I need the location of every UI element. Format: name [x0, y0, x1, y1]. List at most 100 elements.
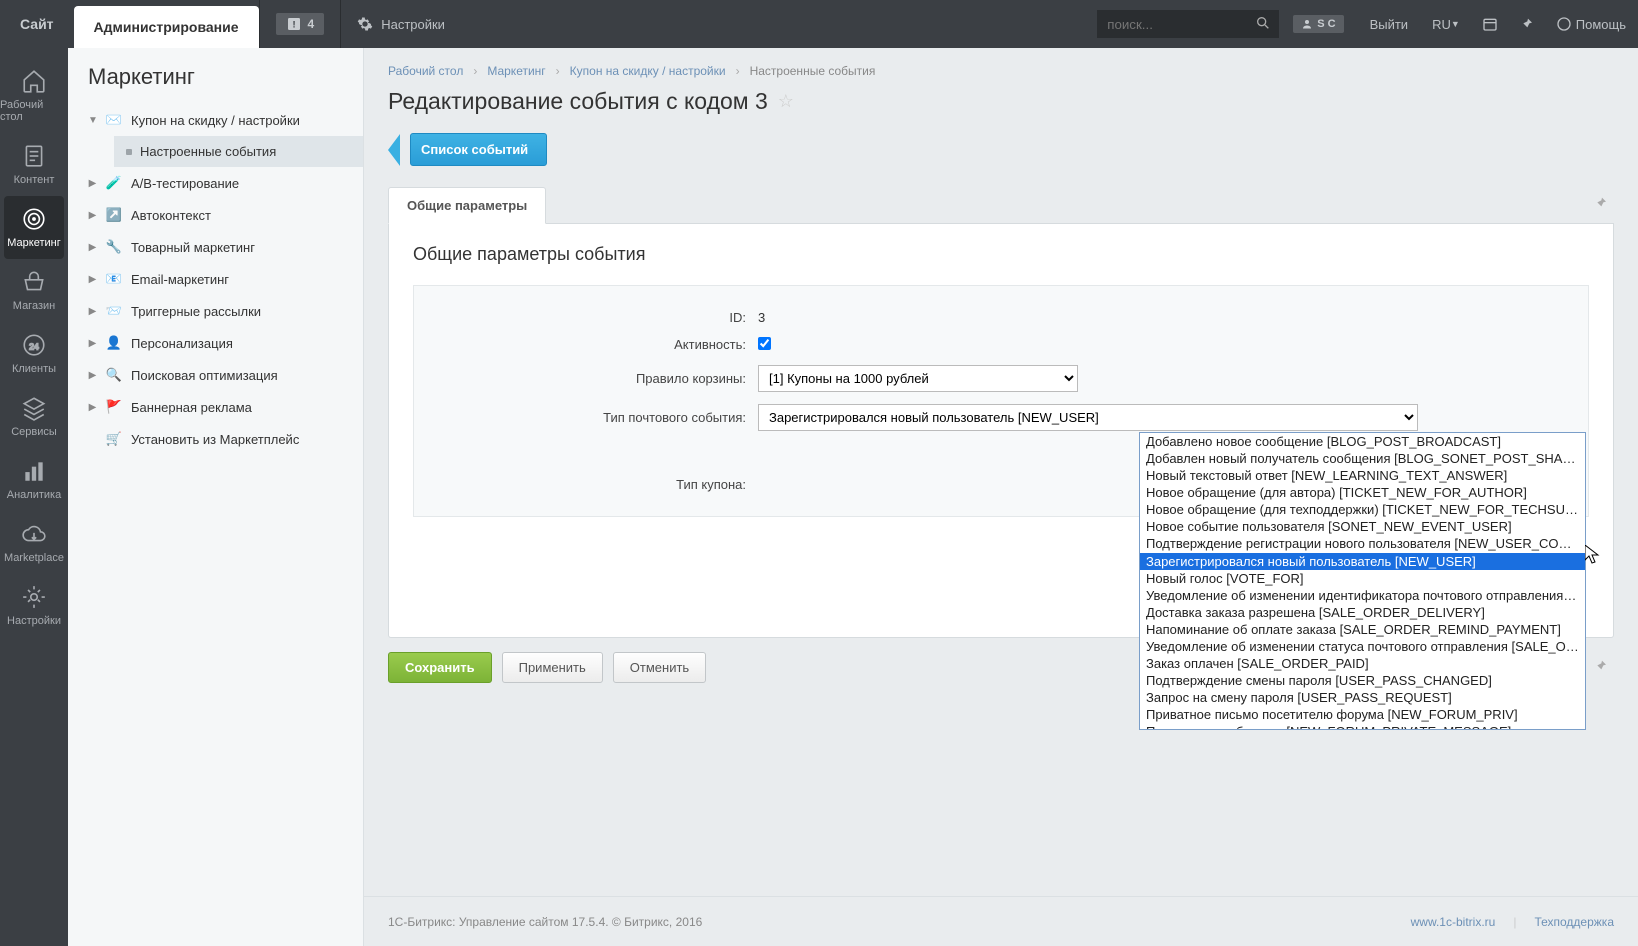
- nav-desktop[interactable]: Рабочий стол: [0, 58, 68, 133]
- tree-item-banner[interactable]: ▶ 🚩 Баннерная реклама: [68, 391, 363, 423]
- tree-item-email[interactable]: ▶ 📧 Email-маркетинг: [68, 263, 363, 295]
- main: Рабочий стол› Маркетинг› Купон на скидку…: [364, 48, 1638, 946]
- svg-text:24: 24: [29, 341, 39, 351]
- dropdown-option[interactable]: Новый текстовый ответ [NEW_LEARNING_TEXT…: [1140, 467, 1585, 484]
- dropdown-option[interactable]: Зарегистрировался новый пользователь [NE…: [1140, 553, 1585, 570]
- tree-item-seo[interactable]: ▶ 🔍 Поисковая оптимизация: [68, 359, 363, 391]
- dropdown-option[interactable]: Добавлен новый получатель сообщения [BLO…: [1140, 450, 1585, 467]
- dropdown-option[interactable]: Уведомление об изменении статуса почтово…: [1140, 638, 1585, 655]
- favorite-star-icon[interactable]: ☆: [778, 91, 794, 112]
- dropdown-option[interactable]: Подтверждение регистрации нового пользов…: [1140, 535, 1585, 552]
- chart-icon: [21, 458, 47, 484]
- envelope-icon: ✉️: [105, 112, 123, 128]
- save-button[interactable]: Сохранить: [388, 652, 492, 683]
- tree-item-install[interactable]: 🛒 Установить из Маркетплейс: [68, 423, 363, 455]
- breadcrumb-item[interactable]: Рабочий стол: [388, 64, 463, 78]
- pin-footer-icon[interactable]: [1592, 658, 1614, 677]
- nav-marketing[interactable]: Маркетинг: [4, 196, 64, 259]
- topbar-settings[interactable]: Настройки: [341, 0, 461, 48]
- tree-item-trigger[interactable]: ▶ 📨 Триггерные рассылки: [68, 295, 363, 327]
- tree-label: Товарный маркетинг: [131, 240, 255, 255]
- event-type-select[interactable]: Зарегистрировался новый пользователь [NE…: [758, 404, 1418, 431]
- active-checkbox[interactable]: [758, 337, 771, 350]
- tab-admin[interactable]: Администрирование: [74, 6, 259, 48]
- nav-label: Клиенты: [12, 363, 56, 375]
- nav-services[interactable]: Сервисы: [0, 385, 68, 448]
- pin-tabs-icon[interactable]: [1592, 195, 1614, 214]
- document-icon: [21, 143, 47, 169]
- tree-item-ab[interactable]: ▶ 🧪 A/B-тестирование: [68, 167, 363, 199]
- dropdown-option[interactable]: Приватное сообщение [NEW_FORUM_PRIVATE_M…: [1140, 723, 1585, 729]
- search-input[interactable]: [1097, 10, 1247, 38]
- chevron-right-icon: ▶: [88, 370, 97, 381]
- topbar: Сайт Администрирование ! 4 Настройки S C…: [0, 0, 1638, 48]
- dropdown-option[interactable]: Новое обращение (для автора) [TICKET_NEW…: [1140, 484, 1585, 501]
- nav-label: Маркетинг: [7, 237, 60, 249]
- help-icon: [1556, 16, 1572, 32]
- calendar-icon: [1482, 16, 1498, 32]
- event-type-dropdown-list: Добавлено новое сообщение [BLOG_POST_BRO…: [1139, 432, 1586, 730]
- dropdown-option[interactable]: Приватное письмо посетителю форума [NEW_…: [1140, 706, 1585, 723]
- apply-button[interactable]: Применить: [502, 652, 603, 683]
- chevron-right-icon: ▶: [88, 178, 97, 189]
- breadcrumb-item[interactable]: Купон на скидку / настройки: [570, 64, 726, 78]
- tree-item-coupon[interactable]: ▼ ✉️ Купон на скидку / настройки: [68, 104, 363, 136]
- tree-sub-events[interactable]: Настроенные события: [114, 136, 363, 167]
- search: [1097, 0, 1279, 48]
- nav-label: Аналитика: [7, 489, 61, 501]
- back-to-list-button[interactable]: Список событий: [410, 133, 547, 166]
- search-button[interactable]: [1247, 10, 1279, 38]
- dropdown-option[interactable]: Новое обращение (для техподдержки) [TICK…: [1140, 501, 1585, 518]
- footer-link-support[interactable]: Техподдержка: [1534, 915, 1614, 929]
- chevron-right-icon: ▶: [88, 210, 97, 221]
- dropdown-option[interactable]: Запрос на смену пароля [USER_PASS_REQUES…: [1140, 689, 1585, 706]
- cancel-button[interactable]: Отменить: [613, 652, 706, 683]
- tree-item-product[interactable]: ▶ 🔧 Товарный маркетинг: [68, 231, 363, 263]
- dropdown-option[interactable]: Напоминание об оплате заказа [SALE_ORDER…: [1140, 621, 1585, 638]
- tree-item-autocontext[interactable]: ▶ ↗️ Автоконтекст: [68, 199, 363, 231]
- dropdown-option[interactable]: Добавлено новое сообщение [BLOG_POST_BRO…: [1140, 433, 1585, 450]
- dropdown-option[interactable]: Заказ оплачен [SALE_ORDER_PAID]: [1140, 655, 1585, 672]
- pin-icon: [1518, 16, 1534, 32]
- dropdown-option[interactable]: Новое событие пользователя [SONET_NEW_EV…: [1140, 518, 1585, 535]
- svg-text:!: !: [292, 19, 295, 29]
- dropdown-option[interactable]: Новый голос [VOTE_FOR]: [1140, 570, 1585, 587]
- rule-select[interactable]: [1] Купоны на 1000 рублей: [758, 365, 1078, 392]
- user-icon: [1301, 18, 1313, 30]
- notifications[interactable]: ! 4: [260, 0, 341, 48]
- coupon-type-label: Тип купона:: [414, 477, 754, 492]
- help-label: Помощь: [1576, 17, 1626, 32]
- tree-item-personalization[interactable]: ▶ 👤 Персонализация: [68, 327, 363, 359]
- nav-label: Marketplace: [4, 552, 64, 564]
- dropdown-option[interactable]: Уведомление об изменении идентификатора …: [1140, 587, 1585, 604]
- help-link[interactable]: Помощь: [1544, 0, 1638, 48]
- breadcrumb-item[interactable]: Маркетинг: [487, 64, 545, 78]
- chevron-right-icon: ▶: [88, 274, 97, 285]
- mail-icon: 📧: [105, 271, 123, 287]
- nav-analytics[interactable]: Аналитика: [0, 448, 68, 511]
- calendar-button[interactable]: [1472, 0, 1508, 48]
- user-name: S C: [1317, 18, 1335, 30]
- nav-content[interactable]: Контент: [0, 133, 68, 196]
- lang-switcher[interactable]: RU ▼: [1420, 0, 1472, 48]
- tab-site[interactable]: Сайт: [0, 0, 74, 48]
- nav-clients[interactable]: 24 Клиенты: [0, 322, 68, 385]
- tree-label: Поисковая оптимизация: [131, 368, 278, 383]
- page-title: Редактирование события с кодом 3 ☆: [388, 88, 1614, 115]
- arrow-icon: ↗️: [105, 207, 123, 223]
- user-menu[interactable]: S C: [1279, 0, 1357, 48]
- breadcrumb: Рабочий стол› Маркетинг› Купон на скидку…: [388, 64, 1614, 88]
- dropdown-option[interactable]: Подтверждение смены пароля [USER_PASS_CH…: [1140, 672, 1585, 689]
- pin-icon: [1592, 195, 1608, 211]
- tab-general[interactable]: Общие параметры: [388, 187, 546, 224]
- id-label: ID:: [414, 310, 754, 325]
- logout-link[interactable]: Выйти: [1358, 0, 1421, 48]
- send-icon: 📨: [105, 303, 123, 319]
- dropdown-option[interactable]: Доставка заказа разрешена [SALE_ORDER_DE…: [1140, 604, 1585, 621]
- pin-button[interactable]: [1508, 0, 1544, 48]
- nav-marketplace[interactable]: Marketplace: [0, 511, 68, 574]
- page-footer: 1С-Битрикс: Управление сайтом 17.5.4. © …: [364, 896, 1638, 946]
- footer-link-site[interactable]: www.1c-bitrix.ru: [1411, 915, 1496, 929]
- nav-settings[interactable]: Настройки: [0, 574, 68, 637]
- nav-shop[interactable]: Магазин: [0, 259, 68, 322]
